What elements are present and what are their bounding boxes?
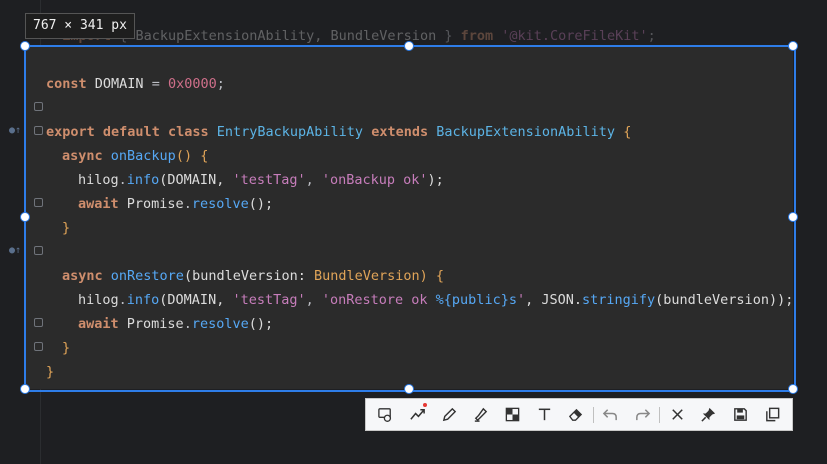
resize-handle-bottom-left[interactable] [20,384,30,394]
eraser-tool-button[interactable] [560,400,592,430]
pen-icon [442,407,456,422]
id: , JSON. [525,292,582,308]
pin-button[interactable] [693,400,725,430]
resize-handle-left[interactable] [20,212,30,222]
resize-handle-right[interactable] [788,212,798,222]
type: } [62,220,71,236]
override-gutter-icon[interactable]: ●↑ [9,125,21,136]
fold-icon[interactable] [34,126,43,135]
str: ' [516,292,526,308]
save-button[interactable] [725,400,757,430]
code-line: await Promise.resolve(); [78,288,273,336]
highlighter-icon [475,407,488,422]
str: 'onBackup ok' [321,172,428,188]
fold-icon[interactable] [34,102,43,111]
type: } [46,364,55,380]
fold-icon[interactable] [34,342,43,351]
punct: } [444,28,453,44]
kw: await [78,316,119,332]
code-line: } [62,312,70,360]
punct: , [305,292,322,308]
id: (); [248,196,274,212]
fn: resolve [191,316,249,332]
line-tool-button[interactable] [402,400,434,430]
trend-line-icon [410,409,425,420]
pin-icon [701,407,716,422]
num: 0x0000 [167,76,217,92]
screenshot-toolbar [365,398,793,431]
resize-handle-top[interactable] [404,41,414,51]
id: (bundleVersion)); [655,292,794,308]
kw: extends [371,124,429,140]
text-tool-button[interactable] [528,400,560,430]
punct: ; [647,28,656,44]
copy-icon [765,407,779,422]
code-line: await Promise.resolve(); [78,168,273,216]
fn: resolve [191,196,249,212]
punct: . [183,196,192,212]
selection-size-badge: 767 × 341 px [25,13,135,39]
mosaic-icon [505,407,520,422]
code-line-import: import { BackupExtensionAbility, BundleV… [46,0,656,48]
type: { [623,124,632,140]
kw: await [78,196,119,212]
resize-handle-top-right[interactable] [788,41,798,51]
cls: BackupExtensionAbility [436,124,616,140]
mosaic-tool-button[interactable] [497,400,529,430]
override-gutter-icon[interactable]: ●↑ [9,245,21,256]
kw: const [46,76,87,92]
punct: . [183,316,192,332]
cls: EntryBackupAbility [216,124,364,140]
fold-icon[interactable] [34,318,43,327]
toolbar-separator [592,406,594,423]
rectangle-speech-icon [378,408,392,422]
redo-button[interactable] [626,400,658,430]
fold-icon[interactable] [34,198,43,207]
copy-button[interactable] [756,400,788,430]
pen-tool-button[interactable] [433,400,465,430]
text-icon [538,408,550,421]
punct: ; [216,76,225,92]
eraser-icon [569,408,583,421]
id: BackupExtensionAbility, BundleVersion [135,28,437,44]
id: Promise [126,196,184,212]
cancel-button[interactable] [661,400,693,430]
code-line: } [46,336,54,384]
fn: %{public}s [435,292,517,308]
code-line: } [62,192,70,240]
save-icon [734,408,747,421]
toolbar-separator [659,406,661,423]
id: DOMAIN [94,76,144,92]
id: Promise [126,316,184,332]
resize-handle-top-left[interactable] [20,41,30,51]
type: } [62,340,71,356]
undo-button[interactable] [595,400,627,430]
highlighter-tool-button[interactable] [465,400,497,430]
id: ); [427,172,444,188]
kw: from [460,28,494,44]
punct: , [305,172,322,188]
id: (); [248,316,274,332]
resize-handle-bottom[interactable] [404,384,414,394]
redo-icon [635,409,651,421]
resize-handle-bottom-right[interactable] [788,384,798,394]
active-dot [423,402,428,407]
punct: = [151,76,160,92]
str: '@kit.CoreFileKit' [501,28,648,44]
rectangle-tool-button[interactable] [370,400,402,430]
fn: stringify [582,292,656,308]
code-line: const DOMAIN = 0x0000; [46,48,225,96]
undo-icon [602,409,618,421]
fold-icon[interactable] [34,246,43,255]
str: 'onRestore ok [321,292,436,308]
close-icon [671,409,683,420]
